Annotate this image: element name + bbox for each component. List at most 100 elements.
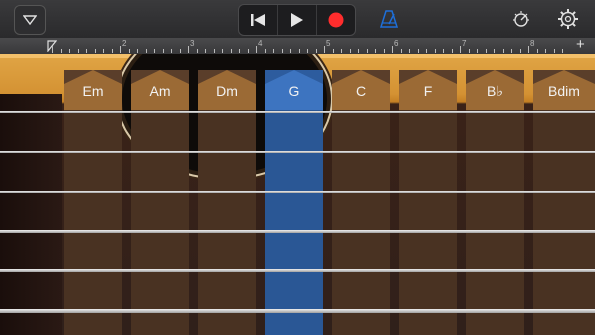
ruler-tick bbox=[358, 49, 359, 53]
ruler-tick bbox=[171, 49, 172, 53]
chord-strip-g[interactable]: G bbox=[265, 70, 323, 335]
ruler-tick bbox=[494, 49, 495, 53]
ruler-tick bbox=[426, 49, 427, 53]
ruler-tick bbox=[264, 49, 266, 53]
ruler-tick bbox=[86, 49, 87, 53]
ruler-tick bbox=[366, 49, 368, 53]
chord-label: Em bbox=[82, 83, 104, 99]
ruler-tick bbox=[256, 46, 257, 53]
ruler-tick bbox=[60, 49, 62, 53]
menu-button[interactable] bbox=[14, 5, 46, 35]
go-to-beginning-icon bbox=[251, 14, 265, 26]
ruler-tick bbox=[239, 49, 240, 53]
ruler-marker: 6 bbox=[394, 39, 399, 48]
ruler-tick bbox=[519, 49, 521, 53]
ruler-tick bbox=[375, 49, 376, 53]
ruler-tick bbox=[111, 49, 113, 53]
ruler-tick bbox=[545, 49, 546, 53]
chord-strip-body bbox=[198, 110, 256, 335]
ruler-tick bbox=[298, 49, 300, 53]
chord-strip-f[interactable]: F bbox=[399, 70, 457, 335]
chord-label: G bbox=[288, 83, 300, 99]
record-button[interactable] bbox=[317, 5, 355, 35]
ruler-tick bbox=[528, 46, 529, 53]
play-icon bbox=[291, 13, 303, 27]
guitar-string[interactable] bbox=[0, 269, 595, 272]
ruler-tick bbox=[562, 49, 563, 53]
chord-label: Bdim bbox=[548, 83, 580, 99]
guitar-string[interactable] bbox=[0, 151, 595, 153]
chord-strip-bflat[interactable]: B♭ bbox=[466, 70, 524, 335]
ruler-tick bbox=[188, 46, 189, 53]
ruler-marker: 2 bbox=[122, 39, 127, 48]
chord-strip-dm[interactable]: Dm bbox=[198, 70, 256, 335]
settings-button[interactable] bbox=[555, 5, 581, 33]
ruler-tick bbox=[222, 49, 223, 53]
ruler-tick bbox=[196, 49, 198, 53]
control-bar bbox=[0, 0, 595, 39]
ruler-tick bbox=[349, 49, 351, 53]
ruler-tick bbox=[77, 49, 79, 53]
chord-strip-c[interactable]: C bbox=[332, 70, 390, 335]
chord-strip-body bbox=[332, 110, 390, 335]
ruler-tick bbox=[400, 49, 402, 53]
ruler-marker: 7 bbox=[462, 39, 467, 48]
ruler-tick bbox=[383, 49, 385, 53]
chord-strip-body bbox=[399, 110, 457, 335]
ruler-tick bbox=[553, 49, 555, 53]
ruler-tick bbox=[290, 49, 291, 53]
track-controls-icon bbox=[513, 11, 529, 27]
go-to-beginning-button[interactable] bbox=[239, 5, 278, 35]
play-button[interactable] bbox=[278, 5, 317, 35]
chord-label: Am bbox=[149, 83, 171, 99]
ruler-tick bbox=[392, 46, 393, 53]
guitar-string[interactable] bbox=[0, 191, 595, 193]
ruler-tick bbox=[103, 49, 104, 53]
ruler-tick bbox=[120, 46, 121, 53]
guitar-neck-edge bbox=[0, 94, 62, 335]
timeline-ruler[interactable]: 2 3 4 5 6 7 8 + bbox=[0, 36, 595, 54]
ruler-tick bbox=[468, 49, 470, 53]
ruler-tick bbox=[94, 49, 96, 53]
ruler-tick bbox=[332, 49, 334, 53]
chord-strip-bdim[interactable]: Bdim bbox=[533, 70, 595, 335]
ruler-marker: 5 bbox=[326, 39, 331, 48]
ruler-tick bbox=[417, 49, 419, 53]
ruler-tick bbox=[273, 49, 274, 53]
ruler-tick bbox=[137, 49, 138, 53]
record-icon bbox=[328, 12, 344, 28]
chord-label: C bbox=[355, 83, 367, 99]
chord-strip-body bbox=[265, 110, 323, 335]
add-section-button[interactable]: + bbox=[576, 36, 585, 53]
chord-label: B♭ bbox=[487, 83, 503, 99]
transport-controls bbox=[238, 4, 356, 36]
chord-strip-body bbox=[64, 110, 122, 335]
guitar-string[interactable] bbox=[0, 309, 595, 313]
ruler-marker: 3 bbox=[190, 39, 195, 48]
ruler-tick bbox=[409, 49, 410, 53]
metronome-button[interactable] bbox=[376, 5, 402, 33]
ruler-tick bbox=[52, 46, 53, 53]
chord-strip-am[interactable]: Am bbox=[131, 70, 189, 335]
track-controls-button[interactable] bbox=[508, 5, 534, 33]
ruler-tick bbox=[315, 49, 317, 53]
chord-strip-em[interactable]: Em bbox=[64, 70, 122, 335]
ruler-tick bbox=[213, 49, 215, 53]
chord-label: F bbox=[423, 83, 433, 99]
guitar-string[interactable] bbox=[0, 111, 595, 113]
ruler-marker: 4 bbox=[258, 39, 263, 48]
ruler-tick bbox=[511, 49, 512, 53]
ruler-tick bbox=[162, 49, 164, 53]
chord-label: Dm bbox=[216, 83, 238, 99]
chord-strip-body bbox=[131, 110, 189, 335]
ruler-tick bbox=[179, 49, 181, 53]
ruler-tick bbox=[205, 49, 206, 53]
ruler-tick bbox=[477, 49, 478, 53]
ruler-tick bbox=[128, 49, 130, 53]
ruler-tick bbox=[460, 46, 461, 53]
ruler-tick bbox=[145, 49, 147, 53]
guitar-string[interactable] bbox=[0, 230, 595, 233]
ruler-tick bbox=[324, 46, 325, 53]
ruler-tick bbox=[451, 49, 453, 53]
ruler-tick bbox=[536, 49, 538, 53]
